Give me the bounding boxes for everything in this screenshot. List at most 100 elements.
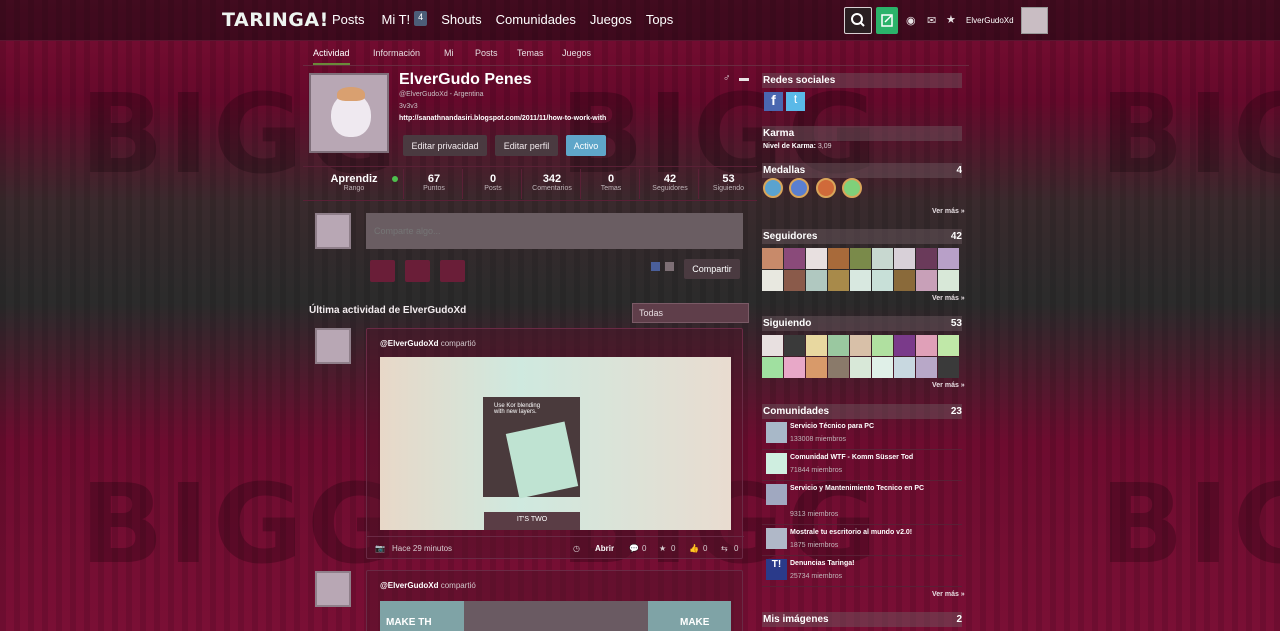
nav-comunidades[interactable]: Comunidades [496, 12, 576, 27]
following-avatar[interactable] [784, 357, 805, 378]
following-avatar[interactable] [894, 357, 915, 378]
tab-actividad[interactable]: Actividad [313, 48, 350, 65]
medal-icon[interactable] [789, 178, 809, 198]
nav-mi-t[interactable]: Mi T! [382, 12, 411, 27]
edit-profile-button[interactable]: Editar perfil [495, 135, 558, 156]
comment-icon[interactable]: 💬 [629, 544, 639, 553]
post-image[interactable]: MAKE TH MAKE [380, 601, 731, 631]
following-avatar[interactable] [850, 357, 871, 378]
following-avatar[interactable] [806, 335, 827, 356]
follower-avatar[interactable] [762, 270, 783, 291]
video-icon[interactable] [405, 260, 430, 282]
nav-tops[interactable]: Tops [646, 12, 673, 27]
tab-informacion[interactable]: Información [373, 48, 420, 58]
edit-privacy-button[interactable]: Editar privacidad [403, 135, 487, 156]
following-avatar[interactable] [916, 335, 937, 356]
follower-avatar[interactable] [806, 270, 827, 291]
following-avatar[interactable] [938, 357, 959, 378]
follower-avatar[interactable] [894, 248, 915, 269]
post-author-avatar[interactable] [315, 571, 351, 607]
background-text: BIGG [80, 460, 402, 588]
twitter-icon[interactable]: t [786, 92, 805, 111]
search-button[interactable] [844, 7, 872, 34]
activity-post: @ElverGudoXd compartió MAKE TH MAKE [366, 570, 743, 631]
community-item[interactable]: Servicio y Mantenimiento Tecnico en PC 9… [762, 482, 962, 525]
new-post-button[interactable] [876, 7, 898, 34]
following-avatar[interactable] [828, 335, 849, 356]
follower-avatar[interactable] [872, 270, 893, 291]
reshare-icon[interactable]: ⇆ [721, 544, 728, 553]
follower-avatar[interactable] [784, 270, 805, 291]
post-author-link[interactable]: @ElverGudoXd [380, 581, 438, 590]
following-avatar[interactable] [828, 357, 849, 378]
follower-avatar[interactable] [916, 270, 937, 291]
likes-count: 0 [703, 544, 708, 553]
follower-avatar[interactable] [806, 248, 827, 269]
follower-avatar[interactable] [894, 270, 915, 291]
follower-avatar[interactable] [916, 248, 937, 269]
favorite-icon[interactable]: ★ [659, 544, 666, 553]
medal-icon[interactable] [842, 178, 862, 198]
taringa-logo[interactable]: TARINGA! [222, 9, 329, 31]
facebook-icon[interactable]: f [764, 92, 783, 111]
image-text-left: MAKE TH [386, 617, 432, 628]
profile-link[interactable]: http://sanathnandasiri.blogspot.com/2011… [399, 115, 606, 122]
eye-icon[interactable]: ◉ [906, 14, 916, 27]
post-image[interactable]: Use Kor blending with new layers. IT'S T… [380, 357, 731, 530]
follower-avatar[interactable] [762, 248, 783, 269]
following-more-link[interactable]: Ver más » [932, 382, 965, 389]
user-avatar[interactable] [1021, 7, 1048, 34]
facebook-share-icon[interactable] [651, 262, 660, 271]
medal-icon[interactable] [763, 178, 783, 198]
reshares-count: 0 [734, 544, 739, 553]
follower-avatar[interactable] [850, 270, 871, 291]
nav-shouts[interactable]: Shouts [441, 12, 481, 27]
follower-avatar[interactable] [872, 248, 893, 269]
open-post-link[interactable]: Abrir [595, 544, 614, 553]
community-item[interactable]: Servicio Técnico para PC 133008 miembros [762, 420, 962, 450]
followers-more-link[interactable]: Ver más » [932, 295, 965, 302]
following-avatar[interactable] [806, 357, 827, 378]
share-button[interactable]: Compartir [684, 259, 740, 279]
activity-filter-select[interactable]: Todas [632, 303, 749, 323]
share-input[interactable] [366, 213, 743, 249]
community-item[interactable]: Comunidad WTF - Komm Süsser Tod 71844 mi… [762, 451, 962, 481]
tab-posts[interactable]: Posts [475, 48, 498, 58]
follower-avatar[interactable] [784, 248, 805, 269]
follower-avatar[interactable] [850, 248, 871, 269]
link-icon[interactable] [440, 260, 465, 282]
tab-juegos[interactable]: Juegos [562, 48, 591, 58]
star-icon[interactable]: ★ [946, 13, 956, 26]
following-avatar[interactable] [872, 335, 893, 356]
medals-more-link[interactable]: Ver más » [932, 208, 965, 215]
following-avatar[interactable] [762, 335, 783, 356]
follower-avatar[interactable] [938, 248, 959, 269]
tab-mi[interactable]: Mi [444, 48, 454, 58]
follower-avatar[interactable] [828, 248, 849, 269]
tab-temas[interactable]: Temas [517, 48, 544, 58]
following-avatar[interactable] [850, 335, 871, 356]
camera-icon[interactable] [370, 260, 395, 282]
community-item[interactable]: T! Denuncias Taringa! 25734 miembros [762, 557, 962, 587]
twitter-share-icon[interactable] [665, 262, 674, 271]
following-avatar[interactable] [784, 335, 805, 356]
following-avatar[interactable] [916, 357, 937, 378]
following-avatar[interactable] [938, 335, 959, 356]
mi-t-badge: 4 [414, 11, 428, 26]
mail-icon[interactable]: ✉ [927, 14, 936, 27]
post-author-link[interactable]: @ElverGudoXd [380, 339, 438, 348]
like-icon[interactable]: 👍 [689, 544, 699, 553]
following-avatar[interactable] [894, 335, 915, 356]
nav-posts[interactable]: Posts [332, 12, 365, 27]
community-item[interactable]: Mostrale tu escritorio al mundo v2.0! 18… [762, 526, 962, 556]
following-avatar[interactable] [762, 357, 783, 378]
follower-avatar[interactable] [828, 270, 849, 291]
post-author-avatar[interactable] [315, 328, 351, 364]
username-link[interactable]: ElverGudoXd [966, 16, 1014, 25]
following-avatar[interactable] [872, 357, 893, 378]
medal-icon[interactable] [816, 178, 836, 198]
nav-juegos[interactable]: Juegos [590, 12, 632, 27]
follower-avatar[interactable] [938, 270, 959, 291]
communities-more-link[interactable]: Ver más » [932, 591, 965, 598]
status-active-button[interactable]: Activo [566, 135, 606, 156]
